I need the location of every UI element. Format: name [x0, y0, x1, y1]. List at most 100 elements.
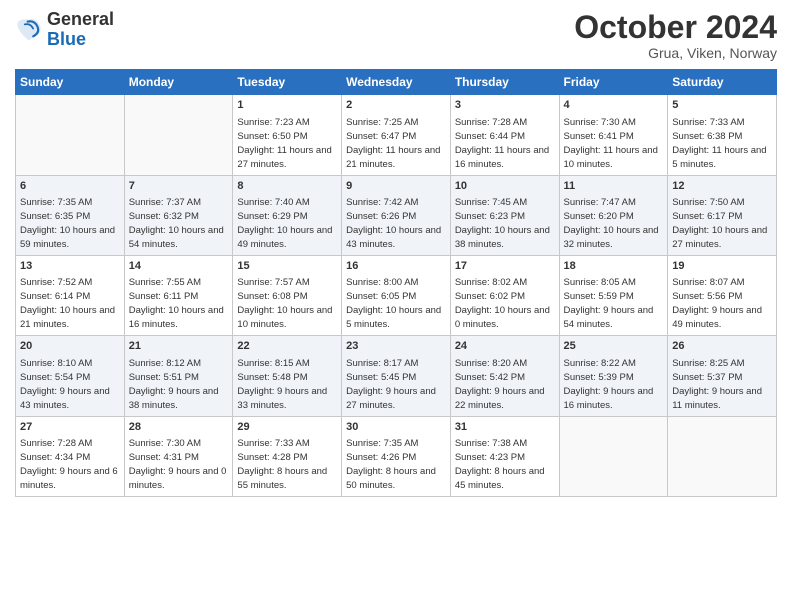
day-number: 18 [564, 259, 664, 274]
day-info: Sunrise: 7:30 AMSunset: 6:41 PMDaylight:… [564, 117, 658, 170]
day-cell-4-1: 28 Sunrise: 7:30 AMSunset: 4:31 PMDayligh… [124, 416, 233, 496]
month-title: October 2024 [574, 10, 777, 45]
header: General Blue October 2024 Grua, Viken, N… [15, 10, 777, 61]
day-number: 1 [237, 98, 337, 113]
logo: General Blue [15, 10, 114, 50]
week-row-3: 20 Sunrise: 8:10 AMSunset: 5:54 PMDayligh… [16, 336, 777, 416]
day-number: 2 [346, 98, 446, 113]
day-number: 16 [346, 259, 446, 274]
day-number: 10 [455, 179, 555, 194]
day-number: 6 [20, 179, 120, 194]
day-info: Sunrise: 7:40 AMSunset: 6:29 PMDaylight:… [237, 197, 332, 250]
page: General Blue October 2024 Grua, Viken, N… [0, 0, 792, 612]
day-number: 28 [129, 420, 229, 435]
day-cell-0-3: 2Sunrise: 7:25 AMSunset: 6:47 PMDaylight… [342, 95, 451, 175]
day-info: Sunrise: 7:38 AMSunset: 4:23 PMDaylight:… [455, 438, 545, 491]
calendar-table: Sunday Monday Tuesday Wednesday Thursday… [15, 69, 777, 497]
day-cell-1-0: 6 Sunrise: 7:35 AMSunset: 6:35 PMDaylight… [16, 175, 125, 255]
calendar-body: 1Sunrise: 7:23 AMSunset: 6:50 PMDaylight… [16, 95, 777, 497]
logo-general: General [47, 9, 114, 29]
day-info: Sunrise: 8:20 AMSunset: 5:42 PMDaylight:… [455, 358, 545, 411]
day-number: 26 [672, 339, 772, 354]
calendar-header: Sunday Monday Tuesday Wednesday Thursday… [16, 70, 777, 95]
day-info: Sunrise: 7:47 AMSunset: 6:20 PMDaylight:… [564, 197, 659, 250]
day-info: Sunrise: 8:10 AMSunset: 5:54 PMDaylight:… [20, 358, 110, 411]
day-number: 31 [455, 420, 555, 435]
day-number: 23 [346, 339, 446, 354]
day-number: 22 [237, 339, 337, 354]
weekday-row: Sunday Monday Tuesday Wednesday Thursday… [16, 70, 777, 95]
day-cell-1-1: 7 Sunrise: 7:37 AMSunset: 6:32 PMDaylight… [124, 175, 233, 255]
day-number: 30 [346, 420, 446, 435]
day-cell-2-1: 14 Sunrise: 7:55 AMSunset: 6:11 PMDayligh… [124, 255, 233, 335]
day-info: Sunrise: 8:15 AMSunset: 5:48 PMDaylight:… [237, 358, 327, 411]
day-info: Sunrise: 7:45 AMSunset: 6:23 PMDaylight:… [455, 197, 550, 250]
day-info: Sunrise: 7:37 AMSunset: 6:32 PMDaylight:… [129, 197, 224, 250]
day-cell-2-5: 18 Sunrise: 8:05 AMSunset: 5:59 PMDayligh… [559, 255, 668, 335]
day-cell-0-6: 5 Sunrise: 7:33 AMSunset: 6:38 PMDaylight… [668, 95, 777, 175]
day-info: Sunrise: 7:35 AMSunset: 6:35 PMDaylight:… [20, 197, 115, 250]
day-cell-0-5: 4 Sunrise: 7:30 AMSunset: 6:41 PMDaylight… [559, 95, 668, 175]
day-number: 14 [129, 259, 229, 274]
day-cell-4-0: 27Sunrise: 7:28 AMSunset: 4:34 PMDayligh… [16, 416, 125, 496]
logo-icon [15, 16, 43, 44]
day-number: 24 [455, 339, 555, 354]
day-cell-2-4: 17 Sunrise: 8:02 AMSunset: 6:02 PMDayligh… [450, 255, 559, 335]
day-cell-2-3: 16Sunrise: 8:00 AMSunset: 6:05 PMDayligh… [342, 255, 451, 335]
day-number: 7 [129, 179, 229, 194]
day-number: 29 [237, 420, 337, 435]
logo-text: General Blue [47, 10, 114, 50]
day-number: 5 [672, 98, 772, 113]
day-number: 3 [455, 98, 555, 113]
week-row-2: 13Sunrise: 7:52 AMSunset: 6:14 PMDayligh… [16, 255, 777, 335]
day-number: 4 [564, 98, 664, 113]
day-info: Sunrise: 7:50 AMSunset: 6:17 PMDaylight:… [672, 197, 767, 250]
day-number: 9 [346, 179, 446, 194]
th-thursday: Thursday [450, 70, 559, 95]
th-saturday: Saturday [668, 70, 777, 95]
day-info: Sunrise: 8:25 AMSunset: 5:37 PMDaylight:… [672, 358, 762, 411]
day-cell-0-2: 1Sunrise: 7:23 AMSunset: 6:50 PMDaylight… [233, 95, 342, 175]
th-wednesday: Wednesday [342, 70, 451, 95]
day-cell-3-4: 24 Sunrise: 8:20 AMSunset: 5:42 PMDayligh… [450, 336, 559, 416]
day-cell-2-6: 19Sunrise: 8:07 AMSunset: 5:56 PMDayligh… [668, 255, 777, 335]
day-number: 12 [672, 179, 772, 194]
th-friday: Friday [559, 70, 668, 95]
day-cell-3-0: 20 Sunrise: 8:10 AMSunset: 5:54 PMDayligh… [16, 336, 125, 416]
day-number: 20 [20, 339, 120, 354]
day-number: 19 [672, 259, 772, 274]
day-number: 17 [455, 259, 555, 274]
day-info: Sunrise: 8:02 AMSunset: 6:02 PMDaylight:… [455, 277, 550, 330]
day-info: Sunrise: 7:30 AMSunset: 4:31 PMDaylight:… [129, 438, 227, 491]
day-cell-0-1 [124, 95, 233, 175]
day-cell-1-6: 12 Sunrise: 7:50 AMSunset: 6:17 PMDayligh… [668, 175, 777, 255]
day-cell-1-5: 11 Sunrise: 7:47 AMSunset: 6:20 PMDayligh… [559, 175, 668, 255]
day-info: Sunrise: 8:22 AMSunset: 5:39 PMDaylight:… [564, 358, 654, 411]
week-row-4: 27Sunrise: 7:28 AMSunset: 4:34 PMDayligh… [16, 416, 777, 496]
day-info: Sunrise: 7:42 AMSunset: 6:26 PMDaylight:… [346, 197, 441, 250]
day-cell-4-5 [559, 416, 668, 496]
location: Grua, Viken, Norway [574, 45, 777, 61]
day-cell-4-4: 31 Sunrise: 7:38 AMSunset: 4:23 PMDayligh… [450, 416, 559, 496]
title-block: October 2024 Grua, Viken, Norway [574, 10, 777, 61]
day-info: Sunrise: 8:05 AMSunset: 5:59 PMDaylight:… [564, 277, 654, 330]
day-cell-1-4: 10 Sunrise: 7:45 AMSunset: 6:23 PMDayligh… [450, 175, 559, 255]
week-row-0: 1Sunrise: 7:23 AMSunset: 6:50 PMDaylight… [16, 95, 777, 175]
day-cell-1-3: 9 Sunrise: 7:42 AMSunset: 6:26 PMDaylight… [342, 175, 451, 255]
day-cell-2-0: 13Sunrise: 7:52 AMSunset: 6:14 PMDayligh… [16, 255, 125, 335]
day-number: 25 [564, 339, 664, 354]
day-info: Sunrise: 8:17 AMSunset: 5:45 PMDaylight:… [346, 358, 436, 411]
day-number: 15 [237, 259, 337, 274]
day-info: Sunrise: 7:55 AMSunset: 6:11 PMDaylight:… [129, 277, 224, 330]
day-cell-3-5: 25 Sunrise: 8:22 AMSunset: 5:39 PMDayligh… [559, 336, 668, 416]
day-info: Sunrise: 7:57 AMSunset: 6:08 PMDaylight:… [237, 277, 332, 330]
day-info: Sunrise: 8:12 AMSunset: 5:51 PMDaylight:… [129, 358, 219, 411]
th-sunday: Sunday [16, 70, 125, 95]
th-tuesday: Tuesday [233, 70, 342, 95]
day-cell-4-2: 29Sunrise: 7:33 AMSunset: 4:28 PMDayligh… [233, 416, 342, 496]
day-cell-3-1: 21Sunrise: 8:12 AMSunset: 5:51 PMDayligh… [124, 336, 233, 416]
day-number: 11 [564, 179, 664, 194]
day-info: Sunrise: 7:33 AMSunset: 6:38 PMDaylight:… [672, 117, 766, 170]
logo-blue: Blue [47, 29, 86, 49]
day-number: 13 [20, 259, 120, 274]
